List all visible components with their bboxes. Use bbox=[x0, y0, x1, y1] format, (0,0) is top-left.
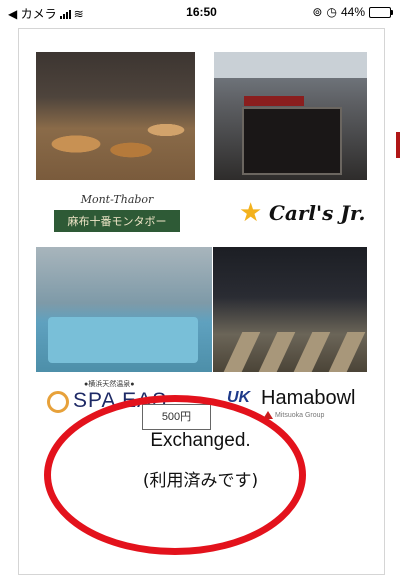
status-bar: ◀ カメラ ≋ 16:50 ⊚ ◷ 44% bbox=[0, 0, 403, 24]
storefront-sign bbox=[244, 96, 304, 106]
mitsuoka-group-text: Mitsuoka Group bbox=[275, 411, 325, 419]
spa-eas-tagline: ●横浜天然温泉● bbox=[84, 381, 135, 388]
bowling-lane bbox=[258, 332, 296, 372]
location-icon: ⊚ bbox=[312, 5, 323, 19]
bowling-lane bbox=[328, 332, 366, 372]
mont-thabor-script: Mont-Thabor bbox=[80, 193, 154, 206]
bowling-lane bbox=[293, 332, 331, 372]
mont-thabor-logo: Mont-Thabor 麻布十番モンタボー bbox=[54, 193, 180, 232]
pool-water bbox=[48, 317, 198, 363]
battery-percent: 44% bbox=[340, 5, 365, 19]
bowling-alley-photo bbox=[213, 247, 367, 372]
battery-icon bbox=[369, 6, 393, 18]
mont-thabor-japanese: 麻布十番モンタボー bbox=[54, 210, 180, 232]
photo-sky bbox=[214, 52, 367, 78]
hamabowl-name: Hamabowl bbox=[261, 387, 356, 409]
carls-jr-logo: ★ Carl's Jr. bbox=[239, 197, 369, 227]
spa-pool-photo bbox=[36, 247, 212, 372]
alarm-icon: ◷ bbox=[326, 5, 337, 19]
carls-jr-name: Carl's Jr. bbox=[269, 201, 366, 225]
carls-storefront-photo bbox=[214, 52, 367, 180]
mitsuoka-group-logo: Mitsuoka Group bbox=[263, 411, 324, 419]
star-icon: ★ bbox=[239, 197, 263, 227]
edge-marker bbox=[396, 132, 400, 158]
exchanged-status: Exchanged. bbox=[150, 430, 251, 451]
flower-icon bbox=[47, 391, 69, 413]
status-right: ⊚ ◷ 44% bbox=[312, 5, 393, 19]
bowling-lane bbox=[223, 332, 261, 372]
exchanged-status-japanese: (利用済みです) bbox=[142, 471, 259, 491]
storefront-window bbox=[242, 107, 342, 175]
bakery-photo bbox=[36, 52, 195, 180]
